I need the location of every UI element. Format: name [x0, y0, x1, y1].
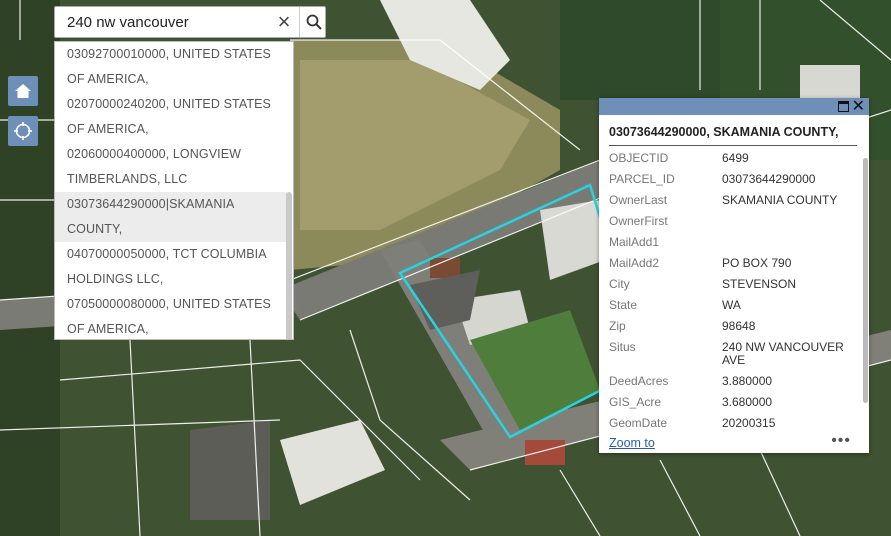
search-icon	[306, 14, 322, 30]
suggestion-item[interactable]: 02070000240200, UNITED STATES	[55, 92, 287, 117]
attribute-value: 03073644290000	[722, 172, 816, 186]
attribute-value: 3.880000	[722, 374, 773, 388]
popup-title: 03073644290000, SKAMANIA COUNTY,	[609, 125, 857, 146]
popup-footer: Zoom to •••	[599, 432, 869, 453]
attribute-row: Situs 240 NW VANCOUVER AVE	[609, 341, 854, 375]
attribute-row: MailAdd1	[609, 236, 854, 257]
attribute-key: Zip	[609, 319, 626, 333]
suggestion-item[interactable]: HOLDINGS LLC,	[55, 267, 287, 292]
attribute-value: WA	[722, 298, 741, 312]
attribute-row: PARCEL_ID 03073644290000	[609, 173, 854, 194]
suggestion-item[interactable]: 02060000400000, LONGVIEW	[55, 142, 287, 167]
suggestion-item-selected[interactable]: COUNTY,	[55, 217, 287, 242]
suggestion-item[interactable]: 03092700010000, UNITED STATES	[55, 42, 287, 67]
attribute-row: OBJECTID 6499	[609, 152, 854, 173]
attribute-value: SKAMANIA COUNTY	[722, 193, 838, 207]
attribute-value: 98648	[722, 319, 756, 333]
attribute-key: DeedAcres	[609, 374, 669, 388]
search-button[interactable]	[299, 7, 327, 37]
attribute-key: OwnerLast	[609, 193, 668, 207]
locate-button[interactable]	[8, 116, 38, 146]
attribute-row: GIS_Acre 3.680000	[609, 396, 854, 417]
search-suggestions: 03092700010000, UNITED STATES OF AMERICA…	[54, 41, 294, 340]
popup-header: ✕	[599, 98, 869, 115]
attribute-row: OwnerLast SKAMANIA COUNTY	[609, 194, 854, 215]
attribute-value: PO BOX 790	[722, 256, 792, 270]
close-icon[interactable]: ✕	[852, 96, 865, 116]
attribute-row: City STEVENSON	[609, 278, 854, 299]
search-box: ×	[54, 6, 326, 38]
attribute-key: PARCEL_ID	[609, 172, 675, 186]
clear-search-button[interactable]: ×	[269, 7, 299, 37]
attribute-value	[722, 215, 854, 236]
crosshair-icon	[14, 122, 32, 140]
attribute-row: State WA	[609, 299, 854, 320]
attribute-row: DeedAcres 3.880000	[609, 375, 854, 396]
suggestion-item-selected[interactable]: 03073644290000|SKAMANIA	[55, 192, 287, 217]
suggestion-item[interactable]: TIMBERLANDS, LLC	[55, 167, 287, 192]
attribute-key: City	[609, 277, 630, 291]
suggestion-item[interactable]: 07050000080000, UNITED STATES	[55, 292, 287, 317]
attribute-row: OwnerFirst	[609, 215, 854, 236]
suggestion-item[interactable]: OF AMERICA,	[55, 67, 287, 92]
attribute-row: Zip 98648	[609, 320, 854, 341]
feature-popup: ✕ 03073644290000, SKAMANIA COUNTY, OBJEC…	[599, 98, 869, 453]
attribute-value: 3.680000	[722, 395, 773, 409]
maximize-icon[interactable]	[838, 101, 849, 112]
attribute-key: MailAdd2	[609, 256, 660, 270]
popup-scrollbar[interactable]	[863, 158, 868, 403]
attribute-key: MailAdd1	[609, 235, 660, 249]
attribute-key: Situs	[609, 340, 636, 354]
home-button[interactable]	[8, 76, 38, 106]
search-input[interactable]	[55, 7, 269, 37]
attribute-value	[722, 236, 854, 257]
attribute-row: MailAdd2 PO BOX 790	[609, 257, 854, 278]
suggestion-item[interactable]: 04070000050000, TCT COLUMBIA	[55, 242, 287, 267]
attribute-value: 240 NW VANCOUVER AVE	[722, 340, 844, 367]
attribute-key: GIS_Acre	[609, 395, 662, 409]
zoom-to-link[interactable]: Zoom to	[609, 436, 655, 450]
attribute-key: State	[609, 298, 638, 312]
close-icon: ×	[277, 9, 291, 34]
suggestion-item[interactable]: OF AMERICA,	[55, 117, 287, 142]
attribute-value: 6499	[722, 151, 749, 165]
home-icon	[15, 84, 31, 98]
suggestions-scrollbar[interactable]	[286, 192, 292, 339]
more-options-icon[interactable]: •••	[831, 432, 851, 450]
attribute-value: STEVENSON	[722, 277, 797, 291]
attribute-table: OBJECTID 6499 PARCEL_ID 03073644290000 Own…	[609, 152, 854, 438]
attribute-key: OwnerFirst	[609, 214, 668, 228]
suggestion-item[interactable]: OF AMERICA,	[55, 317, 287, 339]
attribute-key: OBJECTID	[609, 151, 669, 165]
